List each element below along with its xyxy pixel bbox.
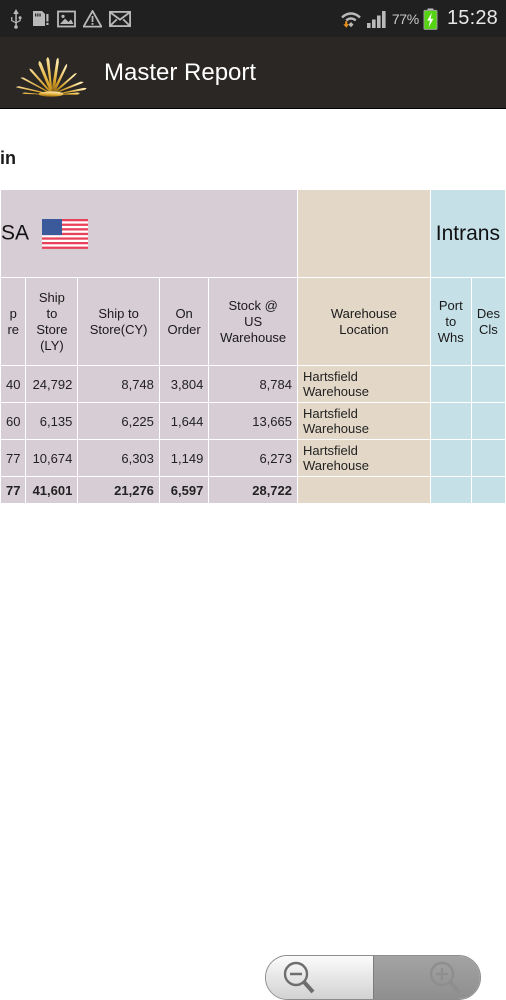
us-flag-icon <box>41 218 88 249</box>
mail-icon <box>109 10 131 27</box>
zoom-out-button[interactable] <box>266 956 373 999</box>
zoom-control[interactable] <box>265 955 481 1000</box>
column-header-ship-to-store-ly[interactable]: Ship to Store (LY) <box>25 277 79 366</box>
cell-ship-to-store-cy: 6,303 <box>77 439 160 477</box>
column-header-des-cls-clipped[interactable]: Des Cls <box>470 277 506 366</box>
cell-port-to-whs <box>429 402 472 440</box>
column-header-on-order[interactable]: On Order <box>158 277 210 366</box>
table-group-header-row: SA Intrans <box>0 189 506 278</box>
total-stock-us-warehouse: 28,722 <box>208 476 298 504</box>
cell-on-order: 3,804 <box>158 365 210 403</box>
cell-on-order: 1,644 <box>158 402 210 440</box>
cell-port-to-whs <box>429 439 472 477</box>
total-ship-to-store-ly: 41,601 <box>25 476 79 504</box>
cell-des-cls <box>470 402 506 440</box>
column-header-port-to-whs[interactable]: Port to Whs <box>429 277 472 366</box>
cell-ship-to-store-ly: 10,674 <box>25 439 79 477</box>
group-header-usa: SA <box>0 189 298 278</box>
report-table: SA Intrans p re Ship to Store (LY) Ship … <box>0 189 506 504</box>
status-icons-left <box>8 8 131 29</box>
cell-ship-to-store-ly: 6,135 <box>25 402 79 440</box>
group-header-intransit: Intrans <box>429 189 506 278</box>
usb-icon <box>11 8 22 29</box>
report-heading: in <box>0 148 16 168</box>
status-bar: 77% 15:28 <box>0 0 506 37</box>
cell-stock-us-warehouse: 13,665 <box>208 402 298 440</box>
cell-stock-us-warehouse: 6,273 <box>208 439 298 477</box>
total-ship-to-store-cy: 21,276 <box>77 476 160 504</box>
battery-charging-icon <box>423 8 438 30</box>
sdcard-alert-icon <box>33 11 49 26</box>
total-port-to-whs <box>429 476 472 504</box>
signal-bars-icon <box>366 10 386 28</box>
zoom-in-button[interactable] <box>373 956 480 999</box>
image-icon <box>57 10 76 27</box>
cell-ship-to-store-clipped: 77 <box>0 439 27 477</box>
column-header-ship-to-store-cy[interactable]: Ship to Store(CY) <box>77 277 160 366</box>
cell-stock-us-warehouse: 8,784 <box>208 365 298 403</box>
status-icons-right: 77% 15:28 <box>340 7 498 30</box>
cell-port-to-whs <box>429 365 472 403</box>
table-total-row: 77 41,601 21,276 6,597 28,722 <box>0 476 506 504</box>
sunburst-logo-icon <box>16 56 87 97</box>
cell-ship-to-store-cy: 8,748 <box>77 365 160 403</box>
column-header-ship-to-store-clipped[interactable]: p re <box>0 277 27 366</box>
cell-des-cls <box>470 439 506 477</box>
group-header-blank <box>297 189 431 278</box>
table-column-header-row: p re Ship to Store (LY) Ship to Store(CY) On O… <box>0 277 506 366</box>
total-des-cls <box>470 476 506 504</box>
report-table-scroll[interactable]: SA Intrans p re Ship to Store (LY) Ship … <box>0 189 506 504</box>
report-canvas[interactable]: in SA Intrans p re Ship to Store (LY) Sh… <box>0 110 506 1000</box>
group-header-usa-label: SA <box>1 221 28 245</box>
cell-ship-to-store-clipped: 60 <box>0 402 27 440</box>
cell-warehouse-location: Hartsfield Warehouse <box>297 402 431 440</box>
cell-warehouse-location: Hartsfield Warehouse <box>297 365 431 403</box>
table-row[interactable]: 60 6,135 6,225 1,644 13,665 Hartsfield W… <box>0 402 506 440</box>
status-clock: 15:28 <box>446 7 498 29</box>
table-row[interactable]: 40 24,792 8,748 3,804 8,784 Hartsfield W… <box>0 365 506 403</box>
total-warehouse-location <box>297 476 431 504</box>
warning-icon <box>83 9 102 27</box>
total-on-order: 6,597 <box>158 476 210 504</box>
cell-ship-to-store-cy: 6,225 <box>77 402 160 440</box>
cell-ship-to-store-clipped: 40 <box>0 365 27 403</box>
table-row[interactable]: 77 10,674 6,303 1,149 6,273 Hartsfield W… <box>0 439 506 477</box>
column-header-warehouse-location[interactable]: Warehouse Location <box>297 277 431 366</box>
battery-percent-label: 77% <box>391 10 419 27</box>
action-bar: Master Report <box>0 37 506 109</box>
wifi-download-icon <box>341 11 361 28</box>
cell-ship-to-store-ly: 24,792 <box>25 365 79 403</box>
cell-des-cls <box>470 365 506 403</box>
column-header-stock-us-warehouse[interactable]: Stock @ US Warehouse <box>208 277 298 366</box>
app-title: Master Report <box>104 58 257 86</box>
cell-on-order: 1,149 <box>158 439 210 477</box>
cell-warehouse-location: Hartsfield Warehouse <box>297 439 431 477</box>
magnifier-minus-icon <box>283 961 315 993</box>
total-ship-to-store-clipped: 77 <box>0 476 27 504</box>
magnifier-plus-icon <box>429 961 461 993</box>
